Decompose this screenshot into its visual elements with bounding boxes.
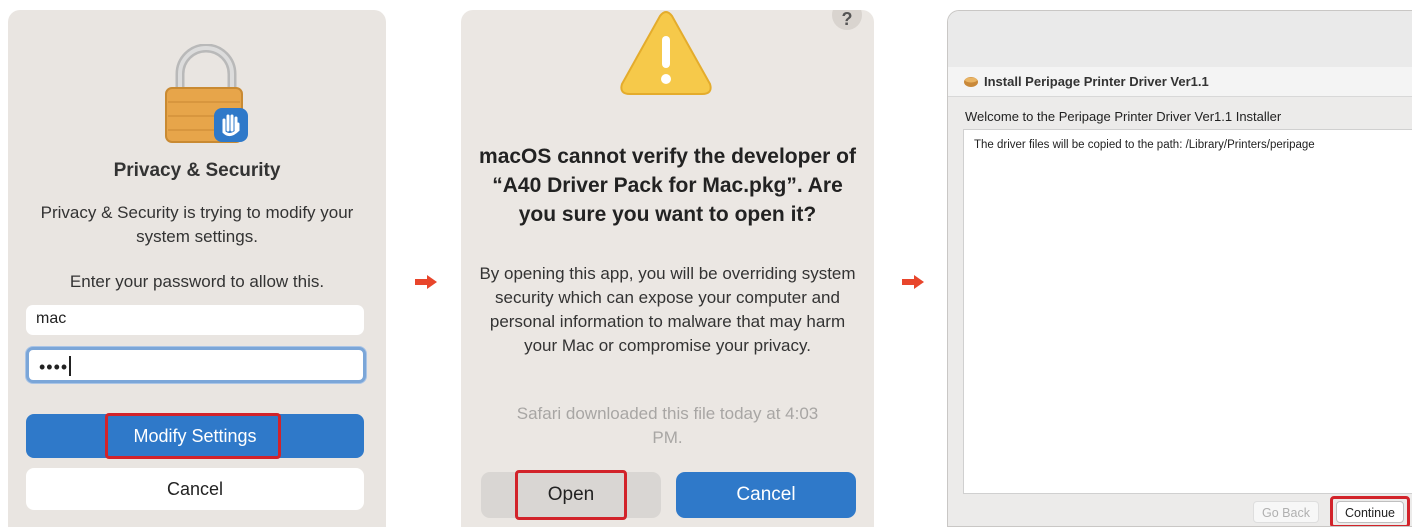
highlight-box [105, 413, 281, 459]
download-note: Safari downloaded this file today at 4:0… [516, 404, 819, 447]
installer-window: Install Peripage Printer Driver Ver1.1 W… [947, 10, 1412, 527]
dialog-title: macOS cannot verify the developer of “A4… [479, 145, 856, 226]
window-title: Install Peripage Printer Driver Ver1.1 [984, 74, 1209, 89]
username-field[interactable]: mac [26, 305, 364, 335]
highlight-box [1330, 496, 1410, 526]
go-back-button[interactable]: Go Back [1253, 501, 1319, 523]
password-prompt: Enter your password to allow this. [69, 272, 325, 291]
lock-icon [165, 44, 248, 143]
password-dots: •••• [39, 357, 69, 377]
dialog-subtitle: Privacy & Security is trying to modify y… [40, 203, 354, 246]
arrow-right-icon [902, 275, 924, 289]
welcome-heading: Welcome to the Peripage Printer Driver V… [965, 109, 1282, 124]
help-button[interactable]: ? [832, 10, 862, 30]
dialog-body: By opening this app, you will be overrid… [479, 264, 856, 355]
highlight-box [515, 470, 627, 520]
arrow-right-icon [415, 275, 437, 289]
window-titlebar: Install Peripage Printer Driver Ver1.1 [948, 67, 1412, 97]
window-toolbar [948, 11, 1412, 67]
password-field[interactable]: •••• [26, 347, 366, 383]
dialog-title: Privacy & Security [113, 160, 281, 181]
cancel-button[interactable]: Cancel [26, 468, 364, 510]
package-icon [964, 77, 978, 87]
content-pane: The driver files will be copied to the p… [963, 129, 1412, 494]
install-path-text: The driver files will be copied to the p… [974, 139, 1315, 151]
text-cursor [69, 356, 72, 376]
unverified-developer-dialog: ? macOS cannot verify the developer of “… [461, 10, 874, 527]
cancel-button[interactable]: Cancel [676, 472, 856, 518]
privacy-security-dialog: Privacy & Security Privacy & Security is… [8, 10, 386, 527]
warning-icon [620, 11, 712, 95]
